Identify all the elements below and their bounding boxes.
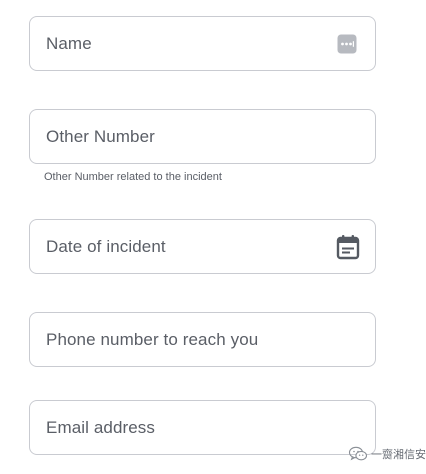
date-of-incident-placeholder: Date of incident — [46, 236, 166, 256]
email-address-placeholder: Email address — [46, 417, 156, 437]
date-of-incident-field[interactable]: Date of incident — [29, 219, 376, 274]
watermark: 一齌湘信安 — [348, 446, 426, 462]
phone-number-placeholder: Phone number to reach you — [46, 329, 259, 349]
name-field-placeholder: Name — [46, 33, 92, 53]
wechat-icon — [348, 446, 368, 461]
other-number-field[interactable]: Other Number — [29, 109, 376, 164]
email-address-field[interactable]: Email address — [29, 400, 376, 455]
other-number-helper-text: Other Number related to the incident — [44, 171, 222, 183]
name-field[interactable]: Name — [29, 16, 376, 71]
watermark-text: 一齌湘信安 — [371, 449, 426, 461]
calendar-icon[interactable] — [336, 234, 360, 260]
phone-number-field[interactable]: Phone number to reach you — [29, 312, 376, 367]
other-number-placeholder: Other Number — [46, 126, 155, 146]
password-manager-dots-icon[interactable] — [337, 34, 357, 54]
